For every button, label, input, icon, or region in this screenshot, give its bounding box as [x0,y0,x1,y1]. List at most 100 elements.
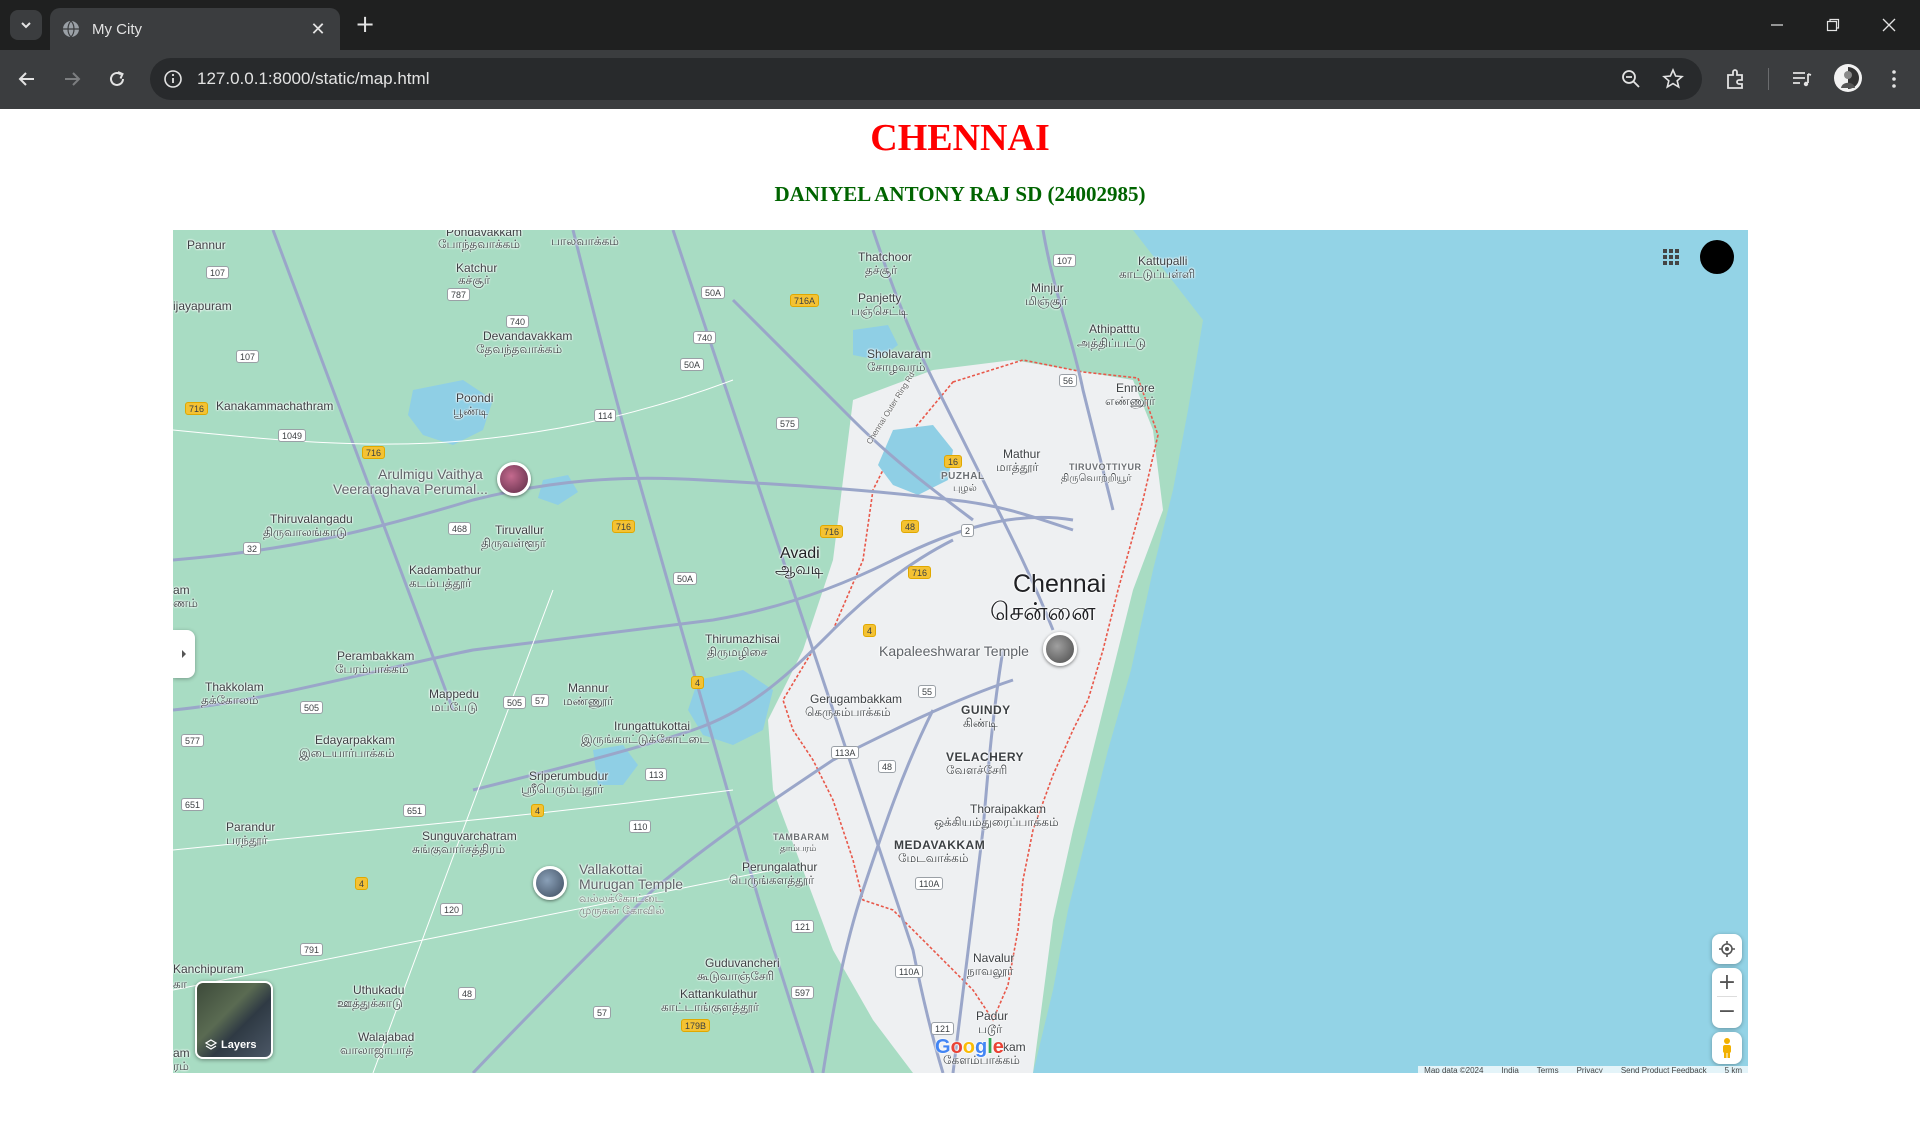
attribution-item[interactable]: 5 km [1725,1066,1742,1073]
attribution-item[interactable]: Map data ©2024 [1424,1066,1483,1073]
attribution-item[interactable]: Terms [1537,1066,1559,1073]
label-kattupalli-ta: காட்டுப்பள்ளி [1119,267,1196,281]
back-button[interactable] [12,64,42,94]
label-avadi: Avadi [780,545,820,562]
arrow-right-icon [65,72,81,86]
route-shield: 110A [895,965,924,978]
close-window-button[interactable] [1876,12,1902,38]
route-shield: 107 [1053,254,1077,267]
label-kanakammachathram: Kanakammachathram [216,399,334,413]
arrow-left-icon [18,72,34,86]
google-logo-letter: g [975,1036,988,1058]
route-shield: 505 [300,701,324,714]
url-text[interactable]: 127.0.0.1:8000/static/map.html [197,69,429,89]
label-vallakottai-ta: வல்லக்கோட்டை [579,893,664,905]
label-guindy-ta: கிண்டி [963,716,998,730]
route-shield: 56 [1059,374,1078,387]
route-shield: 4 [355,877,369,890]
google-logo: Google [935,1036,1004,1059]
label-edayarpakkam-ta: இடையார்பாக்கம் [299,746,395,760]
route-shield: 716 [908,566,932,579]
minimize-button[interactable] [1764,12,1790,38]
route-shield: 110 [629,820,652,833]
route-shield: 120 [440,903,464,916]
label-navalur-ta: நாவலூர் [967,964,1014,978]
location-target-icon [1712,934,1742,964]
route-shield: 4 [863,624,877,637]
label-chennai-ta: சென்னை [990,598,1096,626]
map-attribution: Map data ©2024 India Terms Privacy Send Prod… [1418,1066,1748,1073]
route-shield: 505 [503,696,527,709]
route-shield: 651 [403,804,427,817]
attribution-item[interactable]: Send Product Feedback [1621,1066,1707,1073]
map-embed[interactable]: Chennai சென்னை Avadi ஆவடி Kapaleeshwarar… [173,230,1748,1073]
layers-button[interactable]: Layers [195,981,273,1059]
label-tiruvallur-ta: திருவள்ளூர் [481,536,546,550]
route-shield: 121 [931,1022,955,1035]
tab-search-button[interactable] [10,10,42,40]
route-shield: 787 [447,288,471,301]
menu-icon[interactable] [1881,66,1907,92]
route-shield: 597 [791,986,815,999]
label-kapaleeshwarar[interactable]: Kapaleeshwarar Temple [879,644,1029,659]
label-vallakottai[interactable]: Vallakottai [579,862,643,877]
label-kattankulathur-ta: காட்டாங்குளத்தூர் [661,1000,759,1014]
apps-grid-icon[interactable] [1661,247,1681,267]
label-gerugambakkam-ta: கெருகம்பாக்கம் [805,705,891,719]
label-vijayapuram: ijayapuram [173,299,232,313]
label-poondi-ta: பூண்டி [453,404,488,418]
label-uthukadu-ta: ஊத்துக்காடு [337,996,403,1010]
label-murugan-ta: முருகன் கோவில் [579,905,665,917]
reload-button[interactable] [102,64,132,94]
my-location-button[interactable] [1712,934,1742,964]
poi-photo-vallakottai[interactable] [533,866,567,900]
label-chennai: Chennai [1013,570,1107,598]
label-puzhal-ta: புழல் [953,483,977,494]
poi-photo-kapaleeshwarar[interactable] [1043,632,1077,666]
label-edge-ram: ரம் [173,1059,189,1073]
route-shield: 48 [901,520,920,533]
chevron-down-icon [21,22,31,29]
forward-button[interactable] [57,64,87,94]
route-shield: 577 [181,734,205,747]
route-shield: 121 [791,920,815,933]
account-avatar[interactable] [1700,240,1734,274]
zoom-icon[interactable] [1620,68,1642,90]
label-padur-ta: படூர் [978,1022,1003,1036]
page-title: CHENNAI [870,117,1050,159]
side-panel-toggle[interactable] [173,630,195,678]
route-shield: 48 [878,760,897,773]
route-shield: 716 [612,520,636,533]
label-tiruvottiyur-ta: திருவொற்றியூர் [1061,473,1132,484]
active-tab[interactable]: My City ✕ [50,8,340,50]
restore-button[interactable] [1820,12,1846,38]
attribution-item[interactable]: Privacy [1577,1066,1603,1073]
extensions-icon[interactable] [1723,66,1749,92]
address-bar[interactable]: 127.0.0.1:8000/static/map.html [150,58,1702,100]
route-shield: 113A [831,746,860,759]
close-icon [1882,18,1896,32]
label-medavakkam-ta: மேடவாக்கம் [898,851,969,865]
media-controls-icon[interactable] [1789,66,1815,92]
poi-photo-vaithya-temple[interactable] [497,462,531,496]
label-arulmigu[interactable]: Arulmigu Vaithya [378,467,483,482]
label-katchur-ta: கச்சூர் [458,273,491,287]
star-icon[interactable] [1662,68,1684,90]
zoom-in-button[interactable]: + [1712,968,1742,996]
label-athipattu-ta: அத்திப்பட்டு [1077,336,1147,350]
minimize-icon [1771,24,1783,26]
new-tab-button[interactable]: + [352,12,378,38]
profile-avatar[interactable] [1834,64,1862,92]
zoom-out-button[interactable]: − [1712,997,1742,1025]
info-icon[interactable] [162,68,184,90]
label-athipattu: Athipatttu [1089,322,1140,336]
route-shield: 716A [790,294,820,307]
route-shield: 2 [961,524,975,537]
label-minjur-ta: மிஞ்சூர் [1025,294,1068,308]
pegman-button[interactable] [1712,1032,1742,1064]
label-veeraraghava[interactable]: Veeraraghava Perumal... [333,482,488,497]
close-tab-icon[interactable]: ✕ [308,19,328,40]
label-murugan-temple[interactable]: Murugan Temple [579,877,683,892]
label-sunguvarchatram-ta: சுங்குவார்சத்திரம் [412,842,506,856]
attribution-item[interactable]: India [1501,1066,1518,1073]
